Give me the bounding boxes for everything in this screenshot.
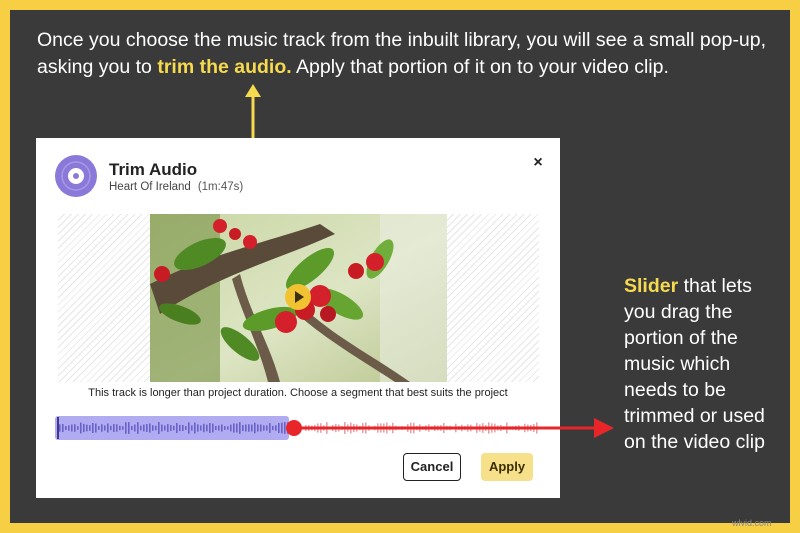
waveform-bar (251, 424, 253, 432)
waveform-bar (143, 424, 145, 432)
preview-left-padding (58, 214, 150, 382)
waveform-bar (158, 422, 160, 434)
waveform-bar (194, 422, 196, 434)
cancel-button[interactable]: Cancel (403, 453, 461, 481)
waveform-bar (140, 425, 142, 431)
waveform-bar (107, 423, 109, 433)
waveform-bar (188, 422, 190, 434)
duration-message: This track is longer than project durati… (88, 387, 508, 399)
waveform-bar (62, 423, 64, 433)
waveform-bar (230, 424, 232, 432)
headline-highlight: trim the audio. (157, 56, 292, 78)
dialog-title: Trim Audio (109, 160, 198, 179)
headline-text-2: Apply that portion of it on to your vide… (291, 56, 669, 78)
waveform-bar (227, 426, 229, 430)
waveform-bar (242, 425, 244, 431)
arrow-up-icon (245, 84, 261, 138)
waveform-bar (149, 423, 151, 433)
apply-button[interactable]: Apply (481, 453, 533, 481)
waveform-bar (104, 425, 106, 431)
waveform-bar (182, 424, 184, 432)
slider-annotation-highlight: Slider (624, 275, 679, 297)
waveform-bar (167, 424, 169, 432)
waveform-bar (95, 423, 97, 433)
waveform-bar (215, 425, 217, 431)
waveform-bar (191, 425, 193, 431)
play-icon[interactable] (285, 284, 311, 310)
waveform-bar (59, 424, 61, 432)
waveform-bar (152, 425, 154, 431)
waveform-bar (110, 425, 112, 431)
slider-annotation-text: that lets you drag the portion of the mu… (624, 275, 765, 453)
waveform-bar (218, 425, 220, 431)
waveform-bar (113, 423, 115, 433)
watermark: wlvid.com (732, 518, 772, 528)
waveform-bar (116, 424, 118, 432)
waveform-bar (122, 426, 124, 430)
waveform-bar (257, 424, 259, 432)
waveform-bar (71, 424, 73, 432)
waveform-bar (146, 424, 148, 432)
waveform-bar (92, 422, 94, 434)
waveform-bar (74, 424, 76, 432)
waveform-bar (281, 422, 283, 434)
waveform-bar (278, 423, 280, 433)
waveform-bar (134, 424, 136, 432)
waveform-bar (200, 425, 202, 431)
waveform-bar (125, 422, 127, 434)
waveform-bar (212, 423, 214, 433)
waveform-bar (275, 425, 277, 431)
waveform-bar (239, 422, 241, 434)
waveform-bar (266, 425, 268, 431)
waveform-bar (65, 425, 67, 431)
waveform-bar (80, 422, 82, 434)
waveform-bar (179, 424, 181, 432)
waveform-bar (272, 425, 274, 431)
waveform-bar (173, 425, 175, 431)
waveform-bar (233, 423, 235, 433)
track-name: Heart Of Ireland (109, 181, 191, 193)
waveform-bar (245, 424, 247, 432)
waveform-bar (137, 422, 139, 434)
waveform-bar (236, 423, 238, 433)
waveform-bar (98, 426, 100, 430)
waveform-bar (128, 422, 130, 434)
waveform-bar (86, 424, 88, 432)
waveform-bar (89, 425, 91, 431)
waveform-bar (170, 425, 172, 431)
waveform-bar (209, 423, 211, 433)
waveform-bar (77, 426, 79, 430)
waveform-bar (203, 423, 205, 433)
track-duration: (1m:47s) (197, 181, 244, 193)
track-info: Heart Of Ireland (1m:47s) (109, 181, 243, 193)
waveform-bar (206, 424, 208, 432)
waveform-bar (164, 425, 166, 431)
waveform-bar (260, 424, 262, 432)
waveform-bar (221, 424, 223, 432)
slider-annotation: Slider that lets you drag the portion of… (624, 273, 784, 455)
waveform-bar (197, 424, 199, 432)
waveform-bar (161, 424, 163, 432)
close-icon[interactable]: × (529, 154, 547, 172)
waveform-bar (131, 425, 133, 431)
waveform-bar (269, 423, 271, 433)
waveform-bar (176, 423, 178, 433)
waveform-bar (101, 424, 103, 432)
waveform-bar (254, 422, 256, 434)
arrow-right-icon (286, 418, 614, 438)
waveform-bar (224, 426, 226, 430)
waveform-bar (248, 424, 250, 432)
waveform-bar (185, 426, 187, 430)
preview-right-padding (447, 214, 539, 382)
waveform-bar (68, 425, 70, 431)
waveform-bar (263, 425, 265, 431)
waveform-bar (119, 425, 121, 431)
headline-annotation: Once you choose the music track from the… (37, 27, 772, 81)
selection-start-handle[interactable] (57, 417, 59, 439)
music-disc-icon (55, 155, 97, 197)
waveform-bar (83, 423, 85, 433)
waveform-bar (155, 425, 157, 431)
